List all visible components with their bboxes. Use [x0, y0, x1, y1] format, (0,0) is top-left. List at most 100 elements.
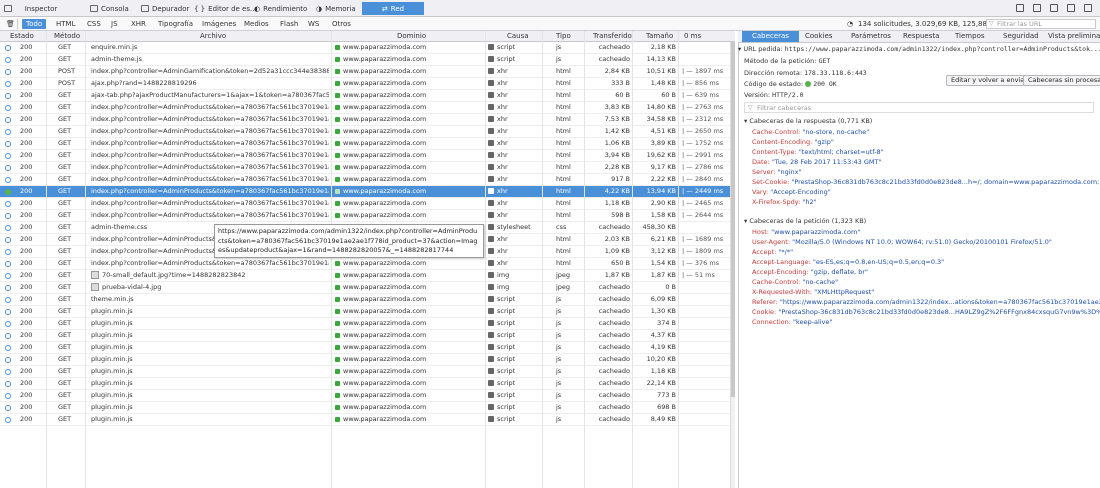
filter-other[interactable]: Otros: [328, 19, 355, 29]
filter-media[interactable]: Medios: [240, 19, 273, 29]
header-row[interactable]: Cache-Control: "no-store, no-cache": [752, 128, 869, 137]
table-row[interactable]: 200 GET index.php?controller=AdminProducts…: [0, 258, 730, 270]
header-row[interactable]: Accept: "*/*": [752, 248, 793, 257]
header-row[interactable]: Server: "nginx": [752, 168, 801, 177]
header-row[interactable]: Host: "www.paparazzimoda.com": [752, 228, 860, 237]
filter-all[interactable]: Todo: [22, 19, 47, 29]
table-row[interactable]: 200 GET plugin.min.js www.paparazzimoda.com…: [0, 330, 730, 342]
tab-response[interactable]: Respuesta: [903, 32, 939, 40]
table-row[interactable]: 200 GET plugin.min.js www.paparazzimoda.com…: [0, 342, 730, 354]
table-row[interactable]: 200 GET index.php?controller=AdminProducts…: [0, 150, 730, 162]
col-size[interactable]: Tamaño: [646, 32, 673, 40]
table-row[interactable]: 200 GET theme.min.js www.paparazzimoda.com s…: [0, 294, 730, 306]
response-headers-group[interactable]: ▾ Cabeceras de la respuesta (0,771 KB): [744, 117, 872, 125]
status-cell: 200: [20, 246, 45, 257]
table-row[interactable]: 200 GET index.php?controller=AdminProducts…: [0, 162, 730, 174]
table-row[interactable]: 200 GET plugin.min.js www.paparazzimoda.com…: [0, 306, 730, 318]
domain-cell-text: www.paparazzimoda.com: [343, 199, 427, 207]
col-file[interactable]: Archivo: [200, 32, 226, 40]
dock-icon[interactable]: [1050, 4, 1058, 12]
tab-headers[interactable]: Cabeceras: [742, 31, 799, 42]
col-cause[interactable]: Causa: [507, 32, 529, 40]
table-row[interactable]: 200 GET index.php?controller=AdminProducts…: [0, 210, 730, 222]
screenshot-icon[interactable]: [1033, 4, 1041, 12]
table-row[interactable]: 200 GET plugin.min.js www.paparazzimoda.com…: [0, 318, 730, 330]
header-row[interactable]: Cache-Control: "no-cache": [752, 278, 838, 287]
tab-style-editor[interactable]: { } Editor de es...: [194, 2, 257, 15]
header-row[interactable]: X-Requested-With: "XMLHttpRequest": [752, 288, 874, 297]
header-row[interactable]: Date: "Tue, 28 Feb 2017 11:53:43 GMT": [752, 158, 881, 167]
col-status[interactable]: Estado: [10, 32, 34, 40]
header-row[interactable]: Content-Encoding: "gzip": [752, 138, 834, 147]
tab-network[interactable]: ⇄ Red: [362, 2, 424, 15]
filter-fonts[interactable]: Tipografía: [154, 19, 197, 29]
table-row[interactable]: 200 GET index.php?controller=AdminProducts…: [0, 114, 730, 126]
tab-timings[interactable]: Tiempos: [955, 32, 985, 40]
col-transferred[interactable]: Transferido: [593, 32, 632, 40]
header-row[interactable]: Accept-Encoding: "gzip, deflate, br": [752, 268, 868, 277]
filter-css[interactable]: CSS: [83, 19, 105, 29]
header-row[interactable]: X-Firefox-Spdy: "h2": [752, 198, 817, 207]
tab-preview[interactable]: Vista preliminar: [1048, 32, 1100, 40]
cause-cell-text: xhr: [497, 163, 508, 171]
table-row[interactable]: 200 GET index.php?controller=AdminProducts…: [0, 198, 730, 210]
status-cell-text: 200: [20, 391, 33, 399]
table-row[interactable]: 200 GET plugin.min.js www.paparazzimoda.com…: [0, 402, 730, 414]
col-timeline[interactable]: 0 ms: [684, 32, 701, 40]
table-row[interactable]: 200 GET enquire.min.js www.paparazzimoda.co…: [0, 42, 730, 54]
table-row[interactable]: 200 POST ajax.php?rand=1488228819296 www.pa…: [0, 78, 730, 90]
filter-xhr[interactable]: XHR: [127, 19, 150, 29]
table-row[interactable]: 200 GET index.php?controller=AdminProducts…: [0, 102, 730, 114]
table-row[interactable]: 200 GET index.php?controller=AdminProducts…: [0, 126, 730, 138]
request-headers-group[interactable]: ▾ Cabeceras de la petición (1,323 KB): [744, 217, 866, 225]
header-row[interactable]: Connection: "keep-alive": [752, 318, 832, 327]
table-row[interactable]: 200 GET index.php?controller=AdminProducts…: [0, 138, 730, 150]
settings-icon[interactable]: [1067, 4, 1075, 12]
tab-console[interactable]: Consola: [90, 2, 129, 15]
header-row[interactable]: Cookie: "PrestaShop-36c831db763c8c21bd33…: [752, 308, 1100, 317]
transferred-cell: 3,83 KB: [586, 102, 630, 113]
header-row[interactable]: Set-Cookie: "PrestaShop-36c831db763c8c21…: [752, 178, 1100, 187]
col-domain[interactable]: Dominio: [397, 32, 426, 40]
tab-inspector[interactable]: Inspector: [4, 2, 57, 15]
table-row[interactable]: 200 GET plugin.min.js www.paparazzimoda.com…: [0, 354, 730, 366]
headers-filter-input[interactable]: ▽ Filtrar cabeceras: [744, 102, 1094, 113]
table-row[interactable]: 200 GET 70-small_default.jpg?time=14882828…: [0, 270, 730, 282]
table-row[interactable]: 200 GET plugin.min.js www.paparazzimoda.com…: [0, 378, 730, 390]
file-cell: index.php?controller=AdminProducts&token…: [91, 174, 329, 185]
header-row[interactable]: Content-Type: "text/html; charset=utf-8": [752, 148, 884, 157]
filter-flash[interactable]: Flash: [276, 19, 302, 29]
cause-icon: [488, 272, 494, 278]
url-filter-input[interactable]: Filtrar las URL: [986, 19, 1096, 29]
responsive-icon[interactable]: [1016, 4, 1024, 12]
header-row[interactable]: Vary: "Accept-Encoding": [752, 188, 831, 197]
header-row[interactable]: Accept-Language: "es-ES,es;q=0.8,en-US;q…: [752, 258, 944, 267]
table-row[interactable]: 200 GET ajax-tab.php?ajaxProductManufactur…: [0, 90, 730, 102]
tab-performance[interactable]: ◐ Rendimiento: [254, 2, 307, 15]
col-type[interactable]: Tipo: [556, 32, 571, 40]
tab-cookies[interactable]: Cookies: [805, 32, 832, 40]
table-row[interactable]: 200 GET plugin.min.js www.paparazzimoda.com…: [0, 366, 730, 378]
col-method[interactable]: Método: [54, 32, 80, 40]
tab-memory[interactable]: ◑ Memoria: [316, 2, 356, 15]
table-row[interactable]: 200 POST index.php?controller=AdminGamific…: [0, 66, 730, 78]
filter-html[interactable]: HTML: [52, 19, 79, 29]
raw-headers-button[interactable]: Cabeceras sin procesar: [1023, 75, 1100, 86]
table-row[interactable]: 200 GET admin-theme.js www.paparazzimoda.co…: [0, 54, 730, 66]
header-row[interactable]: Referer: "https://www.paparazzimoda.com/…: [752, 298, 1100, 307]
filter-images[interactable]: Imágenes: [198, 19, 240, 29]
table-row[interactable]: 200 GET plugin.min.js www.paparazzimoda.com…: [0, 414, 730, 426]
list-scroll-thumb[interactable]: [731, 42, 735, 397]
table-row[interactable]: 200 GET index.php?controller=AdminProducts…: [0, 174, 730, 186]
table-row[interactable]: 200 GET index.php?controller=AdminProducts…: [0, 186, 730, 198]
table-row[interactable]: 200 GET prueba-vidal-4.jpg www.paparazzimod…: [0, 282, 730, 294]
tab-debugger[interactable]: Depurador: [141, 2, 189, 15]
filter-js[interactable]: JS: [107, 19, 122, 29]
header-row[interactable]: User-Agent: "Mozilla/5.0 (Windows NT 10.…: [752, 238, 1052, 247]
close-icon[interactable]: [1084, 4, 1092, 12]
table-row[interactable]: 200 GET plugin.min.js www.paparazzimoda.com…: [0, 390, 730, 402]
tab-params[interactable]: Parámetros: [851, 32, 891, 40]
filter-ws[interactable]: WS: [304, 19, 323, 29]
edit-resend-button[interactable]: Editar y volver a enviar: [946, 75, 1032, 86]
tab-security[interactable]: Seguridad: [1003, 32, 1039, 40]
